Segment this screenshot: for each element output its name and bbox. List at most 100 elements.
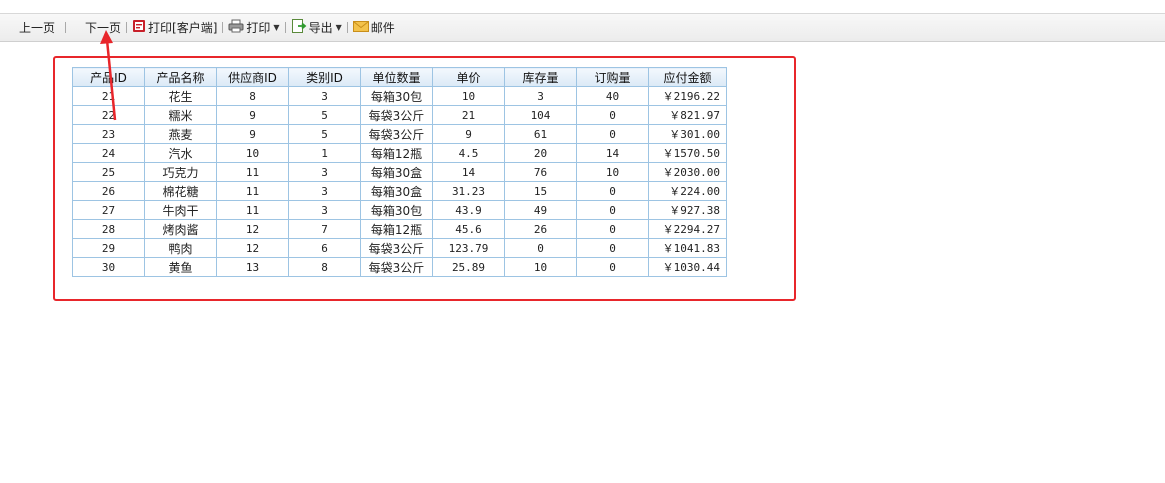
table-cell: 61 xyxy=(504,124,577,144)
table-cell: 40 xyxy=(576,86,649,106)
table-cell: 10 xyxy=(504,257,577,277)
table-cell: 3 xyxy=(504,86,577,106)
table-cell: 0 xyxy=(576,124,649,144)
table-cell: 26 xyxy=(72,181,145,201)
table-cell: 每箱12瓶 xyxy=(360,143,433,163)
prev-page-label: 上一页 xyxy=(19,21,56,35)
table-cell: 0 xyxy=(576,257,649,277)
table-cell: 25 xyxy=(72,162,145,182)
table-row: 30 黄鱼 13 8 每袋3公斤 25.89 10 0 ￥1030.44 xyxy=(72,257,727,277)
table-row: 26 棉花糖 11 3 每箱30盒 31.23 15 0 ￥224.00 xyxy=(72,181,727,201)
table-cell: 11 xyxy=(216,162,289,182)
top-strip xyxy=(0,0,1165,14)
table-cell: 4.5 xyxy=(432,143,505,163)
table-cell: 10 xyxy=(216,143,289,163)
table-cell: 9 xyxy=(216,124,289,144)
table-cell: 23 xyxy=(72,124,145,144)
report-toolbar: 上一页 下一页 打印[客户端] 打印 ▼ 导出 ▼ 邮件 xyxy=(0,14,1165,42)
table-cell: 49 xyxy=(504,200,577,220)
table-cell: 29 xyxy=(72,238,145,258)
print-button[interactable]: 打印 ▼ xyxy=(226,17,281,39)
table-cell: 每箱12瓶 xyxy=(360,219,433,239)
table-cell: 每袋3公斤 xyxy=(360,238,433,258)
column-header: 订购量 xyxy=(576,67,649,87)
table-cell: 21 xyxy=(72,86,145,106)
column-header: 单价 xyxy=(432,67,505,87)
table-cell: ￥927.38 xyxy=(648,200,727,220)
table-cell: 0 xyxy=(576,219,649,239)
column-header: 类别ID xyxy=(288,67,361,87)
table-row: 23 燕麦 9 5 每袋3公斤 9 61 0 ￥301.00 xyxy=(72,124,727,144)
table-cell: 0 xyxy=(504,238,577,258)
column-header: 单位数量 xyxy=(360,67,433,87)
toolbar-divider xyxy=(346,22,348,33)
table-cell: 鸭肉 xyxy=(144,238,217,258)
table-cell: 14 xyxy=(432,162,505,182)
table-cell: ￥2196.22 xyxy=(648,86,727,106)
table-cell: ￥2030.00 xyxy=(648,162,727,182)
table-cell: 烤肉酱 xyxy=(144,219,217,239)
next-page-button[interactable]: 下一页 xyxy=(83,17,123,39)
next-page-label: 下一页 xyxy=(85,21,122,35)
export-button[interactable]: 导出 ▼ xyxy=(289,17,344,39)
table-cell: 15 xyxy=(504,181,577,201)
table-cell: 26 xyxy=(504,219,577,239)
table-cell: 123.79 xyxy=(432,238,505,258)
table-cell: 花生 xyxy=(144,86,217,106)
column-header: 应付金额 xyxy=(648,67,727,87)
table-cell: 9 xyxy=(432,124,505,144)
mail-icon xyxy=(352,20,369,36)
table-cell: 76 xyxy=(504,162,577,182)
prev-page-button[interactable]: 上一页 xyxy=(17,17,57,39)
table-cell: ￥2294.27 xyxy=(648,219,727,239)
table-cell: 每箱30包 xyxy=(360,86,433,106)
chevron-down-icon: ▼ xyxy=(335,23,342,32)
table-cell: 8 xyxy=(216,86,289,106)
table-cell: 燕麦 xyxy=(144,124,217,144)
table-cell: 牛肉干 xyxy=(144,200,217,220)
column-header: 库存量 xyxy=(504,67,577,87)
table-cell: ￥821.97 xyxy=(648,105,727,125)
table-cell: 0 xyxy=(576,200,649,220)
column-header: 供应商ID xyxy=(216,67,289,87)
table-cell: 13 xyxy=(216,257,289,277)
table-cell: 11 xyxy=(216,200,289,220)
table-cell: 0 xyxy=(576,181,649,201)
table-cell: 14 xyxy=(576,143,649,163)
column-header: 产品ID xyxy=(72,67,145,87)
table-cell: 10 xyxy=(576,162,649,182)
table-cell: 5 xyxy=(288,124,361,144)
table-row: 28 烤肉酱 12 7 每箱12瓶 45.6 26 0 ￥2294.27 xyxy=(72,219,727,239)
table-cell: 45.6 xyxy=(432,219,505,239)
table-cell: 10 xyxy=(432,86,505,106)
table-cell: 0 xyxy=(576,105,649,125)
table-cell: 每袋3公斤 xyxy=(360,124,433,144)
table-row: 22 糯米 9 5 每袋3公斤 21 104 0 ￥821.97 xyxy=(72,105,727,125)
table-cell: 27 xyxy=(72,200,145,220)
table-cell: ￥301.00 xyxy=(648,124,727,144)
table-cell: ￥1041.83 xyxy=(648,238,727,258)
table-cell: 每袋3公斤 xyxy=(360,257,433,277)
table-cell: 104 xyxy=(504,105,577,125)
table-cell: 6 xyxy=(288,238,361,258)
table-cell: 每箱30包 xyxy=(360,200,433,220)
table-cell: 31.23 xyxy=(432,181,505,201)
table-cell: 3 xyxy=(288,162,361,182)
product-table: 产品ID 产品名称 供应商ID 类别ID 单位数量 单价 库存量 订购量 应付金… xyxy=(72,67,727,277)
export-icon xyxy=(291,18,307,37)
table-cell: ￥1570.50 xyxy=(648,143,727,163)
mail-button[interactable]: 邮件 xyxy=(351,17,397,39)
toolbar-divider xyxy=(65,22,67,33)
table-cell: 糯米 xyxy=(144,105,217,125)
table-cell: 21 xyxy=(432,105,505,125)
table-cell: 3 xyxy=(288,86,361,106)
table-cell: 30 xyxy=(72,257,145,277)
export-label: 导出 xyxy=(308,21,333,35)
table-cell: 20 xyxy=(504,143,577,163)
table-cell: 28 xyxy=(72,219,145,239)
table-row: 27 牛肉干 11 3 每箱30包 43.9 49 0 ￥927.38 xyxy=(72,200,727,220)
column-header: 产品名称 xyxy=(144,67,217,87)
table-cell: 每箱30盒 xyxy=(360,181,433,201)
chevron-down-icon: ▼ xyxy=(273,23,280,32)
print-client-button[interactable]: 打印[客户端] xyxy=(130,17,219,39)
